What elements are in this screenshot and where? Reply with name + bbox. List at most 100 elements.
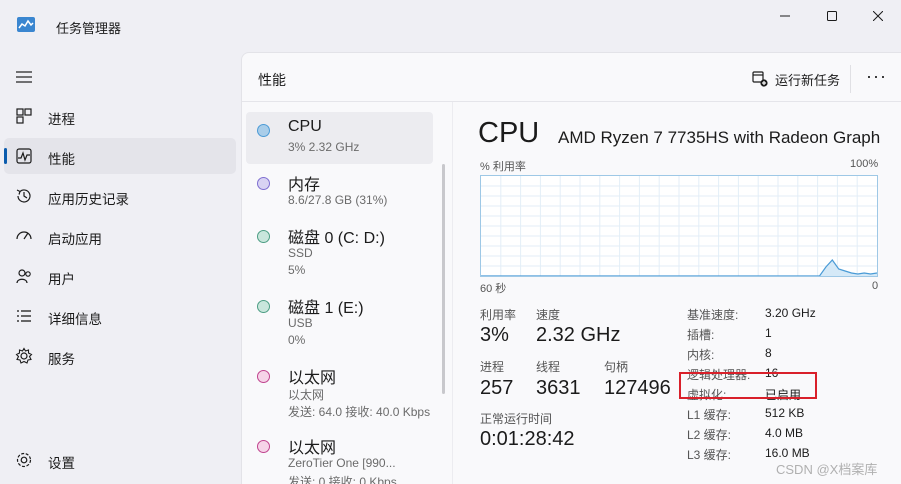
detail-title: CPU xyxy=(478,117,540,149)
graph-label-max: 100% xyxy=(850,158,879,170)
device-detail: 发送: 0 接收: 0 Kbps xyxy=(288,475,397,484)
list-divider xyxy=(452,102,453,484)
nav-item-details[interactable]: 详细信息 xyxy=(4,298,236,334)
device-name: 磁盘 1 (E:) xyxy=(288,300,364,317)
device-detail: 0% xyxy=(288,333,306,347)
cpu-detail-panel: CPU AMD Ryzen 7 7735HS with Radeon Graph… xyxy=(478,113,898,484)
nav-label-services: 服务 xyxy=(48,352,75,367)
utilization-label: 利用率 xyxy=(480,308,517,322)
main-panel: 性能 运行新任务 ··· CPU 3% 2.32 GHz 内存 8.6/27.8… xyxy=(241,52,901,484)
handles-value: 127496 xyxy=(604,377,671,399)
nav-item-settings[interactable]: 设置 xyxy=(4,442,236,478)
watermark: CSDN @X档案库 xyxy=(776,462,878,477)
device-detail: 5% xyxy=(288,263,306,277)
active-indicator xyxy=(4,148,7,164)
window-title: 任务管理器 xyxy=(56,21,122,36)
virtualization-highlight-box xyxy=(679,372,817,399)
device-detail: SSD xyxy=(288,246,313,260)
nav-label-performance: 性能 xyxy=(48,152,75,167)
cpu-model-text: AMD Ryzen 7 7735HS with Radeon Graphics xyxy=(558,128,880,147)
device-detail: ZeroTier One [990... xyxy=(288,456,396,470)
nav-item-processes[interactable]: 进程 xyxy=(4,98,236,134)
device-item-disk-0[interactable]: 磁盘 0 (C: D:) SSD 5% xyxy=(246,218,433,284)
threads-label: 线程 xyxy=(536,360,561,374)
disk-dot-icon xyxy=(257,300,270,313)
handles-label: 句柄 xyxy=(604,360,629,374)
nav-label-app-history: 应用历史记录 xyxy=(48,192,129,207)
ethernet-dot-icon xyxy=(257,440,270,453)
spec-key-l3-cache: L3 缓存: xyxy=(687,448,732,462)
spec-value-l3-cache: 16.0 MB xyxy=(765,446,810,460)
gear-icon xyxy=(16,452,32,468)
device-item-ethernet[interactable]: 以太网 以太网 发送: 64.0 接收: 40.0 Kbps xyxy=(246,358,433,424)
users-icon xyxy=(16,269,31,284)
history-icon xyxy=(16,189,31,203)
spec-key-cores: 内核: xyxy=(687,348,715,362)
graph-label-time: 60 秒 xyxy=(480,283,507,295)
nav-item-services[interactable]: 服务 xyxy=(4,338,236,374)
spec-value-base-speed: 3.20 GHz xyxy=(765,306,816,320)
speed-label: 速度 xyxy=(536,308,561,322)
spec-key-base-speed: 基准速度: xyxy=(687,308,739,322)
nav-label-processes: 进程 xyxy=(48,112,75,127)
nav-label-details: 详细信息 xyxy=(48,312,102,327)
graph-label-min: 0 xyxy=(872,280,879,292)
spec-key-l2-cache: L2 缓存: xyxy=(687,428,732,442)
device-name: 以太网 xyxy=(288,370,337,387)
nav-item-startup-apps[interactable]: 启动应用 xyxy=(4,218,236,254)
spec-value-cores: 8 xyxy=(765,346,772,360)
nav-item-performance[interactable]: 性能 xyxy=(4,138,236,174)
ethernet-dot-icon xyxy=(257,370,270,383)
device-item-disk-1[interactable]: 磁盘 1 (E:) USB 0% xyxy=(246,288,433,354)
device-name: 内存 xyxy=(288,177,321,194)
device-list: CPU 3% 2.32 GHz 内存 8.6/27.8 GB (31%) 磁盘 … xyxy=(242,102,450,484)
speed-value: 2.32 GHz xyxy=(536,324,621,346)
maximize-icon xyxy=(827,11,837,21)
device-item-ethernet-zerotier[interactable]: 以太网 ZeroTier One [990... 发送: 0 接收: 0 Kbp… xyxy=(246,428,433,484)
disk-dot-icon xyxy=(257,230,270,243)
more-options-button[interactable]: ··· xyxy=(866,67,887,85)
nav-label-startup-apps: 启动应用 xyxy=(48,232,102,247)
memory-dot-icon xyxy=(257,177,270,190)
threads-value: 3631 xyxy=(536,377,581,399)
processes-value: 257 xyxy=(480,377,514,399)
close-icon xyxy=(873,11,883,21)
device-item-memory[interactable]: 内存 8.6/27.8 GB (31%) xyxy=(246,165,433,215)
nav-item-users[interactable]: 用户 xyxy=(4,258,236,294)
device-detail: 8.6/27.8 GB (31%) xyxy=(288,193,388,207)
cpu-dot-icon xyxy=(257,124,270,137)
performance-icon xyxy=(16,148,32,164)
startup-icon xyxy=(16,231,32,240)
nav-label-users: 用户 xyxy=(48,272,75,287)
cpu-usage-graph-svg xyxy=(481,176,878,277)
utilization-value: 3% xyxy=(480,324,509,346)
device-name: 以太网 xyxy=(288,440,337,457)
run-new-task-button[interactable]: 运行新任务 xyxy=(752,69,840,89)
services-icon xyxy=(15,347,33,364)
page-title: 性能 xyxy=(258,72,286,88)
device-detail: USB xyxy=(288,316,313,330)
device-list-scrollbar[interactable] xyxy=(442,164,445,394)
spec-value-l1-cache: 512 KB xyxy=(765,406,805,420)
details-icon xyxy=(17,310,31,322)
navigation-pane: 进程 性能 应用历史记录 启动应用 用户 详细信息 服务 设置 xyxy=(0,52,240,484)
maximize-button[interactable] xyxy=(809,0,855,32)
graph-label-utilization: % 利用率 xyxy=(480,161,526,173)
nav-item-app-history[interactable]: 应用历史记录 xyxy=(4,178,236,214)
title-bar: 任务管理器 xyxy=(0,0,901,52)
hamburger-menu-icon[interactable] xyxy=(14,67,34,87)
run-new-task-label: 运行新任务 xyxy=(775,72,841,88)
cpu-usage-graph xyxy=(480,175,878,277)
device-detail: 3% 2.32 GHz xyxy=(288,140,360,154)
minimize-icon xyxy=(780,15,790,17)
device-name: CPU xyxy=(288,118,322,135)
device-detail: 发送: 64.0 接收: 40.0 Kbps xyxy=(288,405,431,419)
spec-key-l1-cache: L1 缓存: xyxy=(687,408,732,422)
minimize-button[interactable] xyxy=(762,0,808,32)
device-item-cpu[interactable]: CPU 3% 2.32 GHz xyxy=(246,112,433,164)
close-button[interactable] xyxy=(855,0,901,32)
uptime-label: 正常运行时间 xyxy=(480,412,553,426)
device-detail: 以太网 xyxy=(288,388,325,402)
spec-key-sockets: 插槽: xyxy=(687,328,715,342)
uptime-value: 0:01:28:42 xyxy=(480,428,575,450)
